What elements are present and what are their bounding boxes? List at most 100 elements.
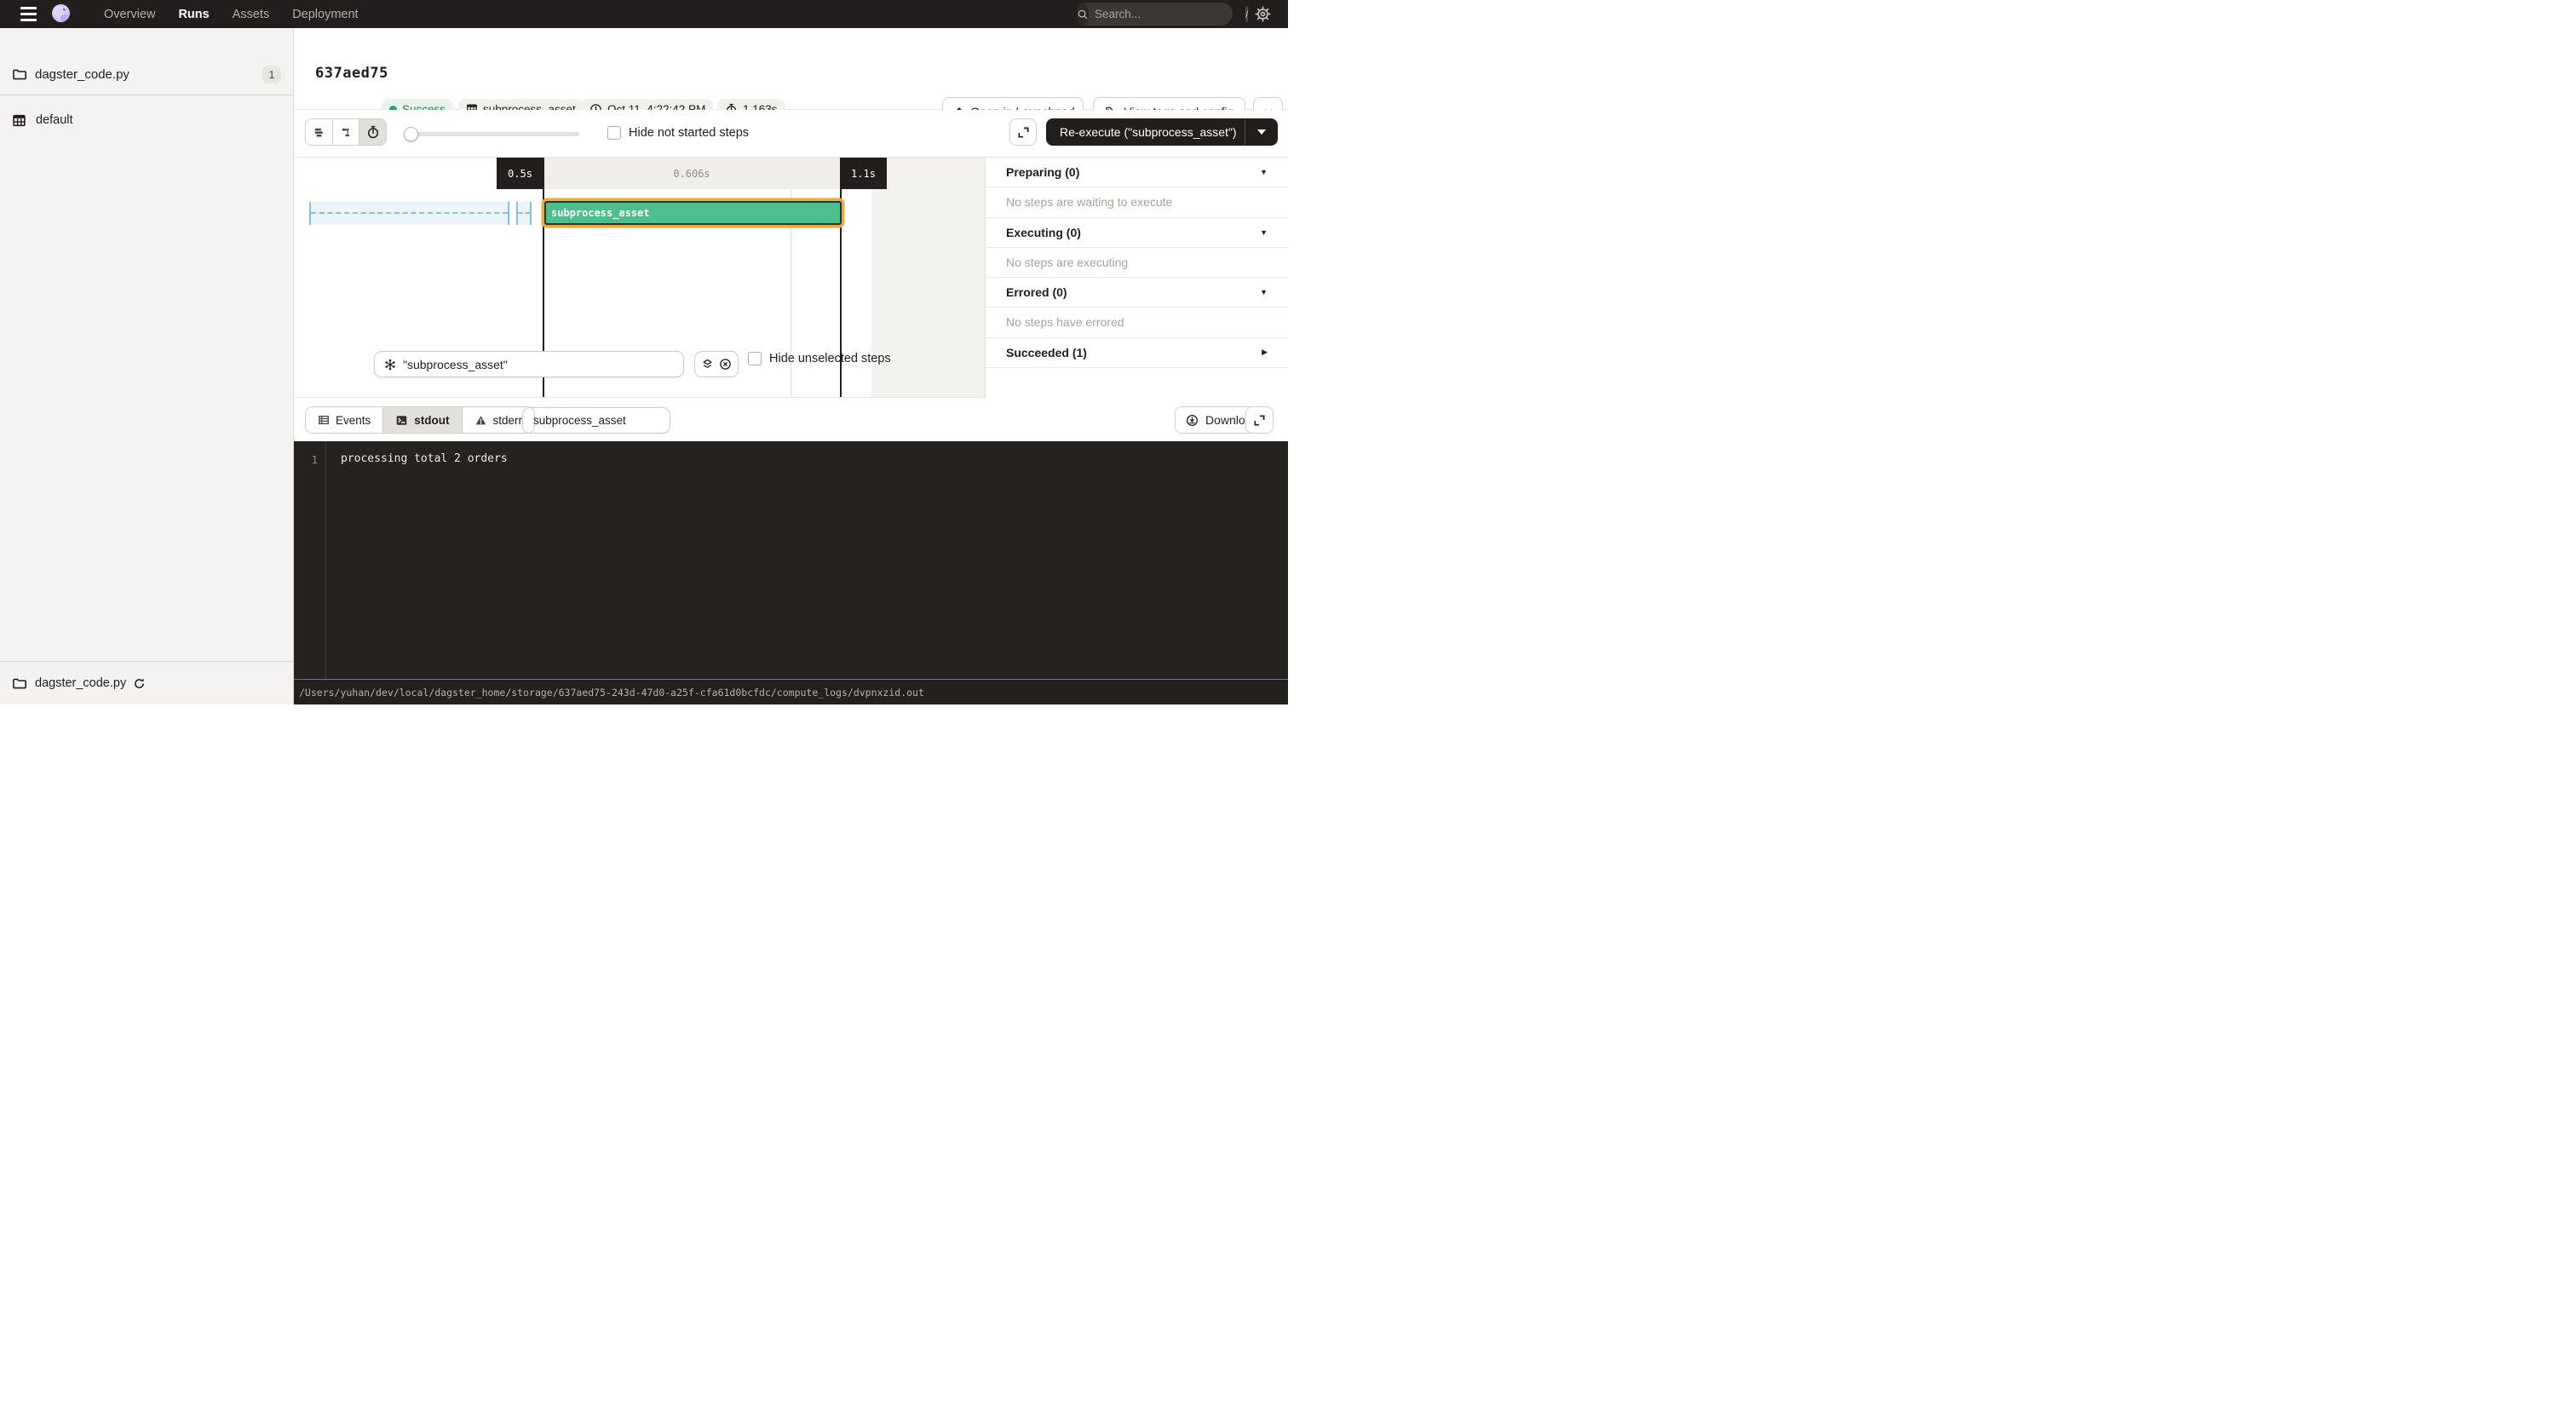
nav-deployment[interactable]: Deployment [292, 8, 358, 21]
section-title: Preparing (0) [1006, 165, 1260, 179]
hide-not-started-label: Hide not started steps [629, 126, 749, 140]
slider-thumb[interactable] [404, 127, 418, 141]
log-step-filter-input[interactable] [533, 414, 659, 427]
view-timed-button[interactable] [359, 119, 386, 145]
log-step-filter[interactable] [522, 407, 670, 434]
settings-gear-icon[interactable] [1255, 6, 1271, 22]
filter-action-group [694, 351, 739, 377]
hide-not-started-checkbox[interactable] [607, 126, 621, 140]
search-icon [1077, 3, 1089, 26]
sidebar-footer: dagster_code.py [0, 661, 293, 704]
log-fullscreen-button[interactable] [1245, 406, 1274, 434]
gantt-step-bar-subprocess-asset[interactable]: subprocess_asset [544, 201, 842, 225]
expand-icon [1253, 414, 1266, 427]
log-tabs: Events stdout stderr [305, 406, 535, 434]
section-title: Errored (0) [1006, 285, 1260, 299]
global-search[interactable]: / [1077, 3, 1233, 26]
reexecute-label: Re-execute ("subprocess_asset") [1046, 125, 1245, 139]
stopwatch-icon [366, 125, 380, 139]
tab-events-label: Events [336, 414, 371, 427]
gantt-toolbar: Hide not started steps Re-execute ("subp… [294, 110, 1288, 158]
reload-repo-icon[interactable] [133, 677, 146, 690]
expand-caret-icon[interactable]: ▶ [1262, 348, 1268, 357]
repo-count-badge: 1 [262, 66, 281, 83]
section-hint: No steps have errored [1006, 315, 1124, 329]
log-file-path-bar: /Users/yuhan/dev/local/dagster_home/stor… [294, 679, 1288, 704]
view-waterfall-button[interactable] [333, 119, 360, 145]
section-title: Succeeded (1) [1006, 346, 1262, 359]
selection-duration-strip: 0.606s [543, 158, 840, 189]
tab-events[interactable]: Events [306, 407, 383, 433]
gantt-chart[interactable]: 0.5s 0.606s 1.1s subprocess_asset Hide u… [294, 158, 985, 398]
gantt-view-mode-group [305, 118, 387, 146]
nav-overview[interactable]: Overview [104, 8, 155, 21]
log-line-number: 1 [294, 453, 318, 466]
primary-nav: Overview Runs Assets Deployment [104, 0, 359, 28]
terminal-icon [395, 414, 408, 427]
table-icon [318, 414, 330, 426]
job-grid-icon [12, 113, 26, 128]
sidebar-repo-header[interactable]: dagster_code.py 1 [0, 55, 293, 95]
panel-section-succeeded[interactable]: Succeeded (1) ▶ [986, 338, 1288, 368]
dagster-logo[interactable] [49, 3, 72, 26]
sidebar-item-default[interactable]: default [0, 106, 293, 134]
sidebar-item-label: default [36, 113, 73, 127]
gutter-divider [325, 441, 326, 679]
section-title: Executing (0) [1006, 226, 1260, 239]
folder-icon [12, 67, 26, 82]
tick-label-left: 0.5s [497, 158, 543, 189]
reexecute-button[interactable]: Re-execute ("subprocess_asset") [1046, 118, 1278, 146]
caret-down-icon[interactable] [1257, 129, 1266, 135]
hide-not-started-row: Hide not started steps [607, 126, 749, 140]
search-shortcut-badge: / [1245, 6, 1248, 22]
tab-stderr-label: stderr [493, 414, 523, 427]
clear-selection-icon[interactable] [719, 358, 732, 371]
gantt-zoom-slider[interactable] [405, 132, 579, 136]
search-input[interactable] [1089, 8, 1245, 20]
hide-unselected-row: Hide unselected steps [748, 352, 891, 365]
flat-list-icon [313, 126, 325, 139]
step-selector-filter[interactable] [374, 351, 684, 377]
panel-hint-row: No steps have errored [986, 308, 1288, 337]
footer-repo-name: dagster_code.py [35, 676, 126, 690]
log-file-path: /Users/yuhan/dev/local/dagster_home/stor… [299, 687, 924, 699]
gantt-fullscreen-button[interactable] [1009, 118, 1037, 146]
log-line-text: processing total 2 orders [341, 452, 508, 465]
step-bar-label: subprocess_asset [546, 207, 650, 219]
op-selector-icon [383, 358, 397, 371]
panel-section-executing[interactable]: Executing (0) ▼ [986, 218, 1288, 248]
step-filter-input[interactable] [403, 358, 675, 371]
nav-assets[interactable]: Assets [233, 8, 270, 21]
hide-unselected-checkbox[interactable] [748, 352, 762, 365]
warning-icon [474, 414, 487, 427]
step-status-panel: Preparing (0) ▼ No steps are waiting to … [985, 158, 1288, 398]
collapse-caret-icon[interactable]: ▼ [1260, 228, 1268, 237]
folder-icon [12, 676, 26, 691]
panel-section-preparing[interactable]: Preparing (0) ▼ [986, 158, 1288, 187]
nav-runs[interactable]: Runs [178, 8, 209, 21]
view-flat-button[interactable] [306, 119, 333, 145]
layers-icon[interactable] [701, 358, 714, 371]
panel-hint-row: No steps are waiting to execute [986, 187, 1288, 217]
tab-stdout-label: stdout [414, 414, 449, 427]
run-id: 637aed75 [315, 65, 388, 82]
section-hint: No steps are waiting to execute [1006, 195, 1172, 209]
waiting-phase-segment [516, 202, 532, 225]
top-navbar: Overview Runs Assets Deployment / [0, 0, 1288, 28]
menu-icon[interactable] [20, 7, 37, 21]
waiting-phase-segment [309, 202, 509, 225]
hide-unselected-label: Hide unselected steps [769, 352, 891, 365]
download-icon [1186, 414, 1199, 427]
tab-stdout[interactable]: stdout [383, 407, 462, 433]
waterfall-icon [340, 126, 353, 139]
collapse-caret-icon[interactable]: ▼ [1260, 288, 1268, 296]
section-hint: No steps are executing [1006, 256, 1128, 269]
repo-name: dagster_code.py [35, 67, 262, 82]
collapse-caret-icon[interactable]: ▼ [1260, 168, 1268, 176]
panel-section-errored[interactable]: Errored (0) ▼ [986, 278, 1288, 308]
sidebar: dagster_code.py 1 default dagster_code.p… [0, 28, 294, 704]
log-tab-bar: Events stdout stderr Download [294, 398, 1288, 441]
tick-label-right: 1.1s [840, 158, 887, 189]
expand-icon [1017, 126, 1030, 139]
log-output-view[interactable]: 1 processing total 2 orders [294, 441, 1288, 679]
